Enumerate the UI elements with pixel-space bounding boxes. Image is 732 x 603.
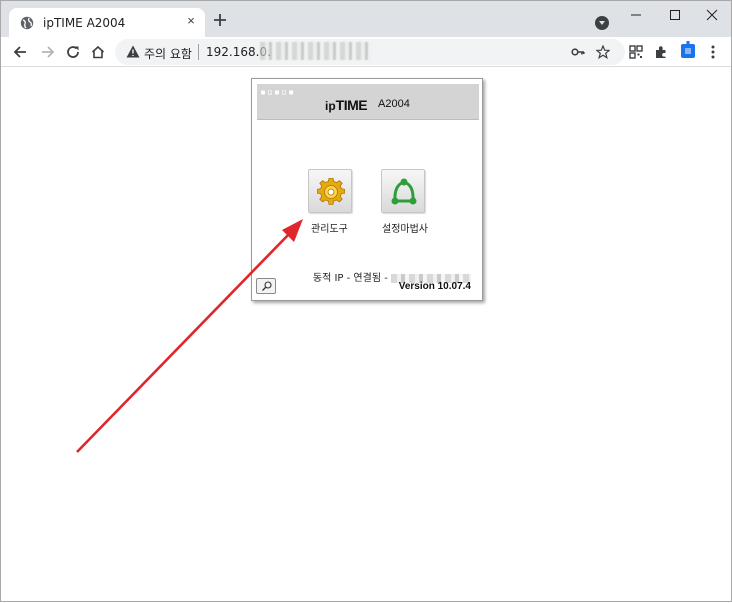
key-icon[interactable] <box>571 45 585 59</box>
url-redacted <box>260 42 372 60</box>
tab-strip: ipTIME A2004 × <box>1 1 731 37</box>
tab-search-icon[interactable] <box>595 16 609 30</box>
admin-tools-button[interactable] <box>308 169 352 213</box>
router-panel: ▪▫▪▫▪ ipTIME A2004 관리도구 설정마법사 동적 IP - 연결… <box>251 78 483 301</box>
browser-window: ipTIME A2004 × 주의 요함 192.168.0. ▪▫▪▫▪ ip… <box>0 0 732 602</box>
connection-status-text: 동적 IP - 연결됨 - <box>312 273 388 284</box>
logo-prefix: ip <box>325 99 336 113</box>
address-bar[interactable]: 주의 요함 192.168.0. <box>115 39 625 65</box>
plus-icon[interactable] <box>212 12 228 28</box>
security-status-label[interactable]: 주의 요함 <box>144 45 192 62</box>
maximize-icon[interactable] <box>667 7 683 23</box>
iptime-logo: ipTIME <box>325 97 368 113</box>
warning-icon[interactable] <box>126 45 140 58</box>
star-icon[interactable] <box>596 45 610 59</box>
magnifier-icon <box>262 281 272 291</box>
omnibox-separator <box>198 44 199 60</box>
extensions-icon[interactable] <box>653 44 669 60</box>
wizard-network-icon <box>391 178 417 205</box>
minimize-icon[interactable] <box>628 7 644 23</box>
model-name: A2004 <box>378 98 410 110</box>
admin-tools-label[interactable]: 관리도구 <box>311 220 348 235</box>
panel-header: ▪▫▪▫▪ ipTIME A2004 <box>257 84 479 120</box>
forward-icon[interactable] <box>40 44 56 60</box>
firmware-version: Version 10.07.4 <box>398 281 471 292</box>
tab-title: ipTIME A2004 <box>43 16 126 30</box>
extension-blue-icon[interactable] <box>680 41 696 61</box>
toolbar: 주의 요함 192.168.0. <box>1 37 731 67</box>
tab-iptime[interactable]: ipTIME A2004 × <box>9 8 205 37</box>
home-icon[interactable] <box>90 44 106 60</box>
gear-icon <box>317 178 345 205</box>
header-dots: ▪▫▪▫▪ <box>260 87 296 98</box>
qr-icon[interactable] <box>628 44 644 60</box>
search-button[interactable] <box>256 278 276 294</box>
logo-main: TIME <box>335 97 368 113</box>
setup-wizard-label[interactable]: 설정마법사 <box>382 220 428 235</box>
globe-icon <box>20 16 34 30</box>
reload-icon[interactable] <box>65 44 81 60</box>
close-icon[interactable] <box>704 7 720 23</box>
setup-wizard-button[interactable] <box>381 169 425 213</box>
menu-icon[interactable] <box>705 44 721 60</box>
back-icon[interactable] <box>12 44 28 60</box>
tab-close-icon[interactable]: × <box>184 14 198 28</box>
